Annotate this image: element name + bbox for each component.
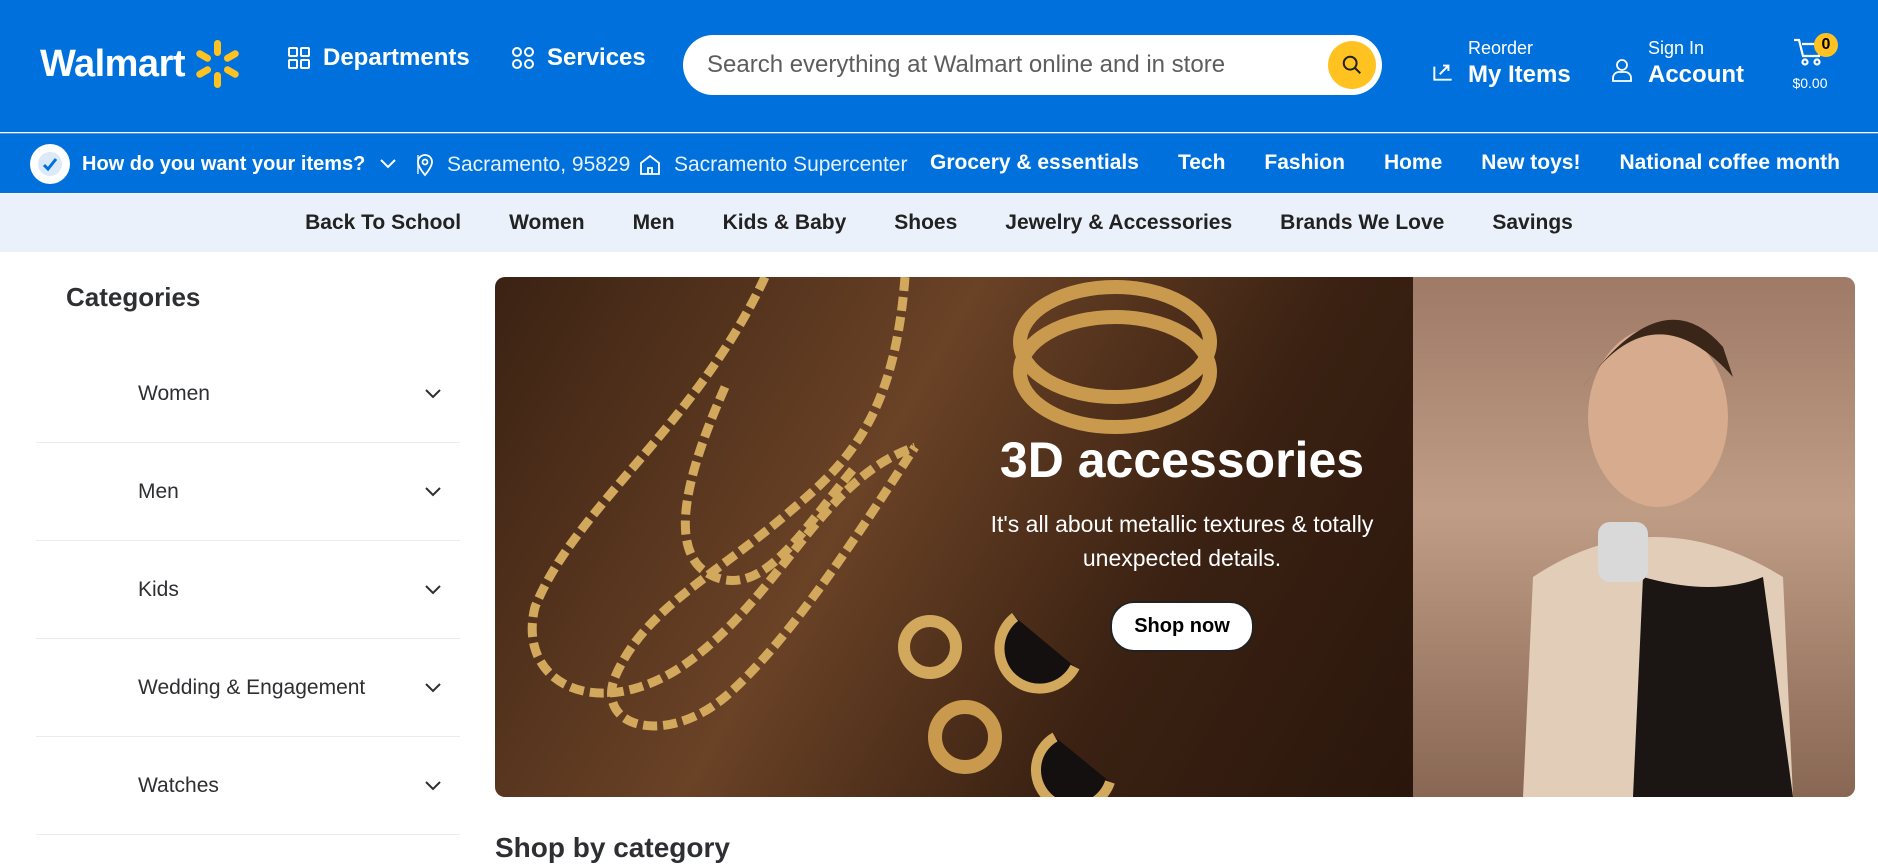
reorder-icon	[1433, 64, 1452, 81]
reorder-small-label: Reorder	[1468, 38, 1534, 58]
store-label: Sacramento Supercenter	[674, 153, 908, 176]
category-label: Wedding & Engagement	[138, 675, 366, 699]
category-item-men[interactable]: Men	[36, 443, 460, 541]
fulfillment-icon	[30, 144, 70, 184]
catnav-brands[interactable]: Brands We Love	[1280, 211, 1444, 235]
spark-icon	[196, 40, 239, 88]
store-icon	[640, 154, 660, 175]
user-icon	[1612, 58, 1632, 82]
hero-subtitle: It's all about metallic textures & total…	[990, 511, 1374, 571]
category-list: Women Men Kids Wedding & Engagement Watc…	[36, 345, 460, 835]
catnav-shoes[interactable]: Shoes	[894, 211, 957, 235]
top-header: Walmart Departments Services Search ever…	[0, 0, 1878, 132]
category-item-women[interactable]: Women	[36, 345, 460, 443]
fulfillment-label: How do you want your items?	[82, 152, 366, 175]
category-label: Watches	[138, 773, 219, 797]
hero-title: 3D accessories	[999, 432, 1365, 488]
cart-button[interactable]: 0 $0.00	[1792, 33, 1838, 91]
fulfillment-selector[interactable]: How do you want your items? |	[30, 144, 421, 184]
quicklink-grocery[interactable]: Grocery & essentials	[930, 151, 1139, 175]
quicklink-coffee[interactable]: National coffee month	[1619, 151, 1840, 175]
catnav-jewelry[interactable]: Jewelry & Accessories	[1005, 211, 1232, 235]
reorder-big-label: My Items	[1468, 61, 1571, 88]
chevron-down-icon	[425, 584, 441, 594]
model-illustration	[1413, 277, 1855, 797]
catnav-women[interactable]: Women	[509, 211, 584, 235]
category-label: Men	[138, 479, 179, 503]
reorder-my-items[interactable]: Reorder My Items	[1430, 38, 1571, 89]
category-item-wedding[interactable]: Wedding & Engagement	[36, 639, 460, 737]
search-icon	[1342, 55, 1361, 74]
catnav-savings[interactable]: Savings	[1492, 211, 1573, 235]
chevron-down-icon	[425, 388, 441, 398]
search-button[interactable]	[1328, 41, 1376, 89]
category-item-watches[interactable]: Watches	[36, 737, 460, 835]
services-label: Services	[547, 44, 646, 71]
chevron-down-icon	[425, 682, 441, 692]
model-image	[1413, 277, 1855, 797]
chevron-down-icon	[425, 780, 441, 790]
walmart-logo[interactable]: Walmart	[40, 38, 243, 90]
quicklink-new-toys[interactable]: New toys!	[1481, 151, 1580, 175]
location-bar: How do you want your items? | Sacramento…	[0, 133, 1878, 193]
signin-small-label: Sign In	[1648, 38, 1705, 58]
chevron-down-icon	[425, 486, 441, 496]
quicklink-home[interactable]: Home	[1384, 151, 1442, 175]
search-bar	[683, 35, 1382, 95]
zip-label: Sacramento, 95829	[447, 153, 631, 176]
chevron-down-icon	[380, 159, 397, 169]
catnav-men[interactable]: Men	[633, 211, 675, 235]
quicklink-tech[interactable]: Tech	[1178, 151, 1225, 175]
services-button[interactable]: Services	[511, 44, 646, 72]
sign-in-account[interactable]: Sign In Account	[1610, 38, 1744, 89]
category-label: Kids	[138, 577, 179, 601]
cart-total: $0.00	[1792, 75, 1828, 91]
logo-text: Walmart	[40, 42, 186, 85]
category-label: Women	[138, 381, 210, 405]
grid-icon	[288, 47, 310, 69]
catnav-back-to-school[interactable]: Back To School	[305, 211, 461, 235]
shop-now-button[interactable]: Shop now	[1110, 601, 1254, 652]
departments-button[interactable]: Departments	[287, 44, 470, 72]
signin-big-label: Account	[1648, 61, 1744, 88]
location-pin-icon	[417, 154, 433, 177]
catnav-kids-baby[interactable]: Kids & Baby	[723, 211, 847, 235]
departments-label: Departments	[323, 44, 470, 71]
hero-text-block: 3D accessories It's all about metallic t…	[962, 431, 1402, 652]
categories-heading: Categories	[66, 282, 201, 312]
hero-banner[interactable]: 3D accessories It's all about metallic t…	[495, 277, 1855, 797]
services-icon	[512, 47, 534, 69]
category-item-kids[interactable]: Kids	[36, 541, 460, 639]
quick-links: Grocery & essentials Tech Fashion Home N…	[930, 151, 1840, 175]
cart-count-badge: 0	[1814, 33, 1838, 57]
search-input[interactable]	[707, 51, 1307, 79]
quicklink-fashion[interactable]: Fashion	[1264, 151, 1345, 175]
category-nav: Back To School Women Men Kids & Baby Sho…	[0, 194, 1878, 252]
zip-location[interactable]: Sacramento, 95829	[415, 153, 630, 177]
store-location[interactable]: Sacramento Supercenter	[638, 153, 907, 177]
shop-by-category-heading: Shop by category	[495, 832, 730, 863]
